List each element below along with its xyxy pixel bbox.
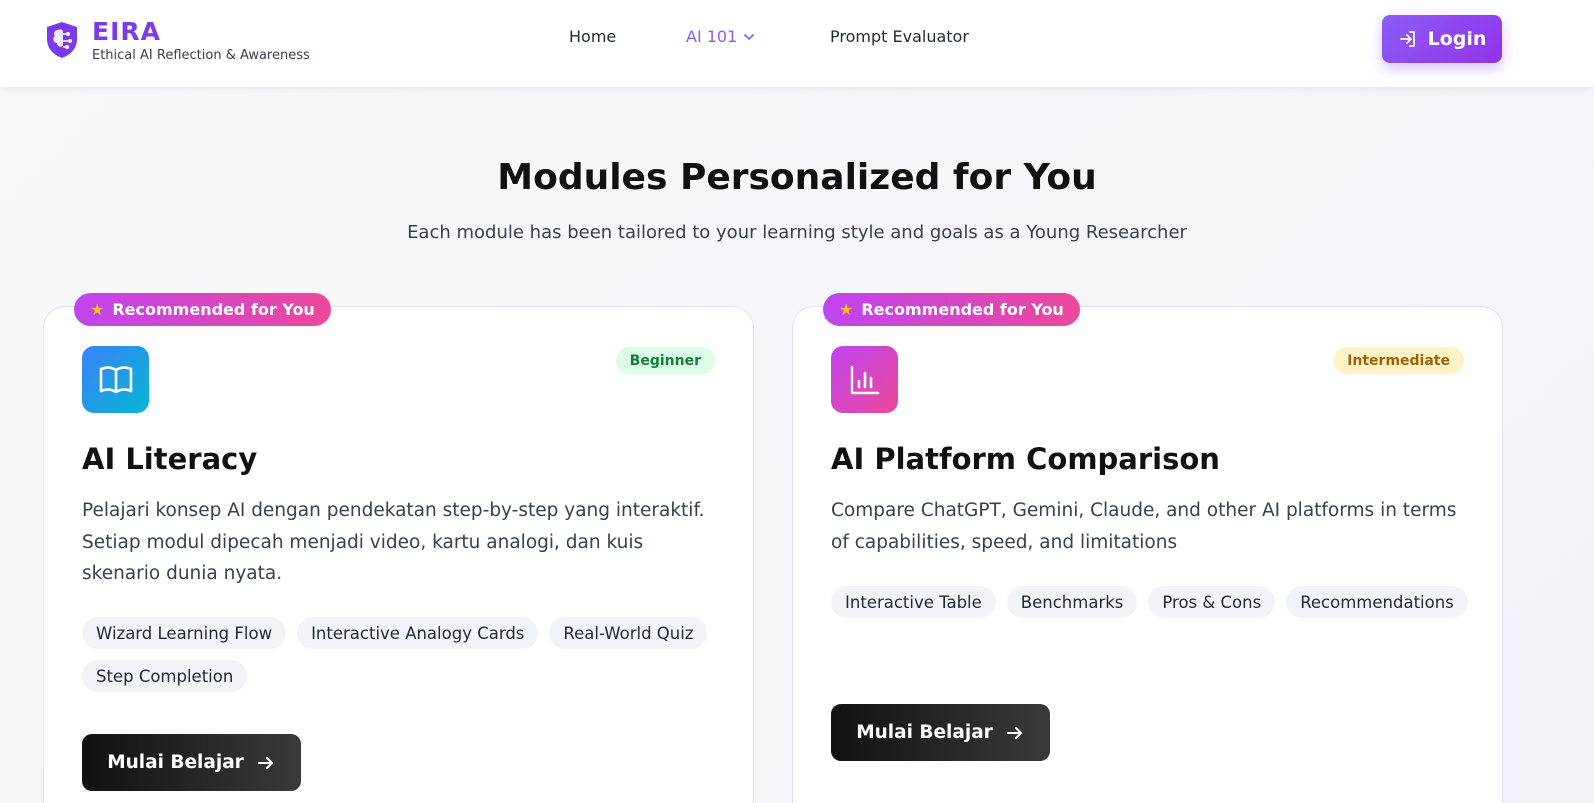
login-icon xyxy=(1399,31,1415,47)
start-learning-label: Mulai Belajar xyxy=(856,722,993,743)
recommended-label: Recommended for You xyxy=(861,300,1064,319)
top-navbar: EIRA Ethical AI Reflection & Awareness H… xyxy=(0,0,1594,87)
module-tags: Interactive Table Benchmarks Pros & Cons… xyxy=(831,586,1471,618)
module-description: Pelajari konsep AI dengan pendekatan ste… xyxy=(82,500,705,584)
recommended-label: Recommended for You xyxy=(112,300,315,319)
start-learning-button[interactable]: Mulai Belajar xyxy=(831,704,1050,761)
nav-ai101-label: AI 101 xyxy=(686,27,738,46)
module-icon-container xyxy=(82,346,149,413)
module-description: Compare ChatGPT, Gemini, Claude, and oth… xyxy=(831,500,1457,553)
module-card-ai-platform-comparison: ★ Recommended for You Intermediate AI Pl… xyxy=(792,293,1503,803)
page-title: Modules Personalized for You xyxy=(497,157,1097,198)
start-learning-button[interactable]: Mulai Belajar xyxy=(82,734,301,791)
nav-home-link[interactable]: Home xyxy=(569,27,616,46)
level-badge: Intermediate xyxy=(1333,347,1464,374)
tag-chip: Interactive Analogy Cards xyxy=(297,617,539,649)
tag-chip: Step Completion xyxy=(82,660,248,692)
module-tags: Wizard Learning Flow Interactive Analogy… xyxy=(82,617,722,692)
nav-ai101-dropdown[interactable]: AI 101 xyxy=(686,27,755,46)
star-icon: ★ xyxy=(839,300,854,319)
module-card-ai-literacy: ★ Recommended for You Beginner AI Litera… xyxy=(43,293,754,803)
login-button[interactable]: Login xyxy=(1382,15,1502,63)
module-icon-container xyxy=(831,346,898,413)
tag-chip: Interactive Table xyxy=(831,586,996,618)
tag-chip: Wizard Learning Flow xyxy=(82,617,287,649)
star-icon: ★ xyxy=(90,300,105,319)
login-label: Login xyxy=(1427,28,1487,50)
tag-chip: Real-World Quiz xyxy=(549,617,708,649)
arrow-right-icon xyxy=(1006,726,1022,739)
recommended-badge: ★ Recommended for You xyxy=(823,293,1080,326)
tag-chip: Recommendations xyxy=(1286,586,1468,618)
recommended-badge: ★ Recommended for You xyxy=(74,293,331,326)
bar-chart-icon xyxy=(850,365,879,394)
book-open-icon xyxy=(99,365,132,393)
arrow-right-icon xyxy=(257,756,273,769)
tag-chip: Benchmarks xyxy=(1006,586,1138,618)
main-nav: Home AI 101 Prompt Evaluator xyxy=(0,27,1594,51)
nav-prompt-evaluator-link[interactable]: Prompt Evaluator xyxy=(830,27,969,46)
tag-chip: Pros & Cons xyxy=(1148,586,1276,618)
page-subtitle: Each module has been tailored to your le… xyxy=(407,222,1187,243)
chevron-down-icon xyxy=(744,33,755,40)
module-title: AI Literacy xyxy=(82,442,258,476)
start-learning-label: Mulai Belajar xyxy=(107,752,244,773)
module-title: AI Platform Comparison xyxy=(831,442,1220,476)
level-badge: Beginner xyxy=(615,347,715,374)
